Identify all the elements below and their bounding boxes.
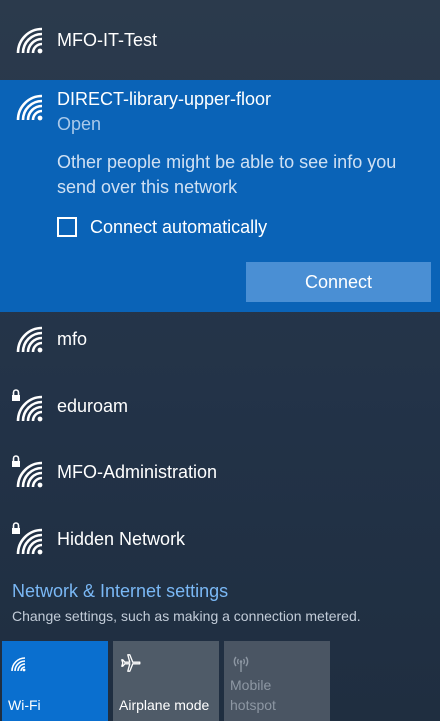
wifi-toggle-tile[interactable]: Wi-Fi [2, 641, 108, 721]
connect-button[interactable]: Connect [246, 262, 431, 302]
settings-description: Change settings, such as making a connec… [12, 608, 361, 624]
connect-automatically-checkbox[interactable] [57, 217, 77, 237]
network-name: mfo [57, 328, 88, 349]
wifi-secured-icon [12, 389, 43, 422]
wifi-icon [11, 657, 26, 672]
wifi-secured-icon [12, 455, 43, 488]
mobile-hotspot-tile[interactable]: Mobile hotspot [224, 641, 330, 721]
network-name: Hidden Network [57, 528, 186, 549]
selected-network-panel[interactable]: DIRECT-library-upper-floor Open Other pe… [0, 80, 440, 312]
mobile-hotspot-tile-label: Mobile hotspot [230, 677, 276, 713]
network-item-eduroam[interactable]: eduroam [0, 373, 440, 439]
selected-network-name: DIRECT-library-upper-floor [57, 89, 272, 109]
network-flyout: MFO-IT-Test DIRECT-library-upper-floor O… [0, 0, 440, 721]
network-name: eduroam [57, 395, 129, 416]
hotspot-icon [233, 656, 249, 672]
network-name: MFO-Administration [57, 461, 218, 482]
network-item-mfo[interactable]: mfo [0, 306, 440, 372]
wifi-signal-icon [16, 94, 43, 121]
network-name: MFO-IT-Test [57, 29, 157, 50]
wifi-secured-icon [12, 522, 43, 555]
security-warning: Other people might be able to see info y… [57, 152, 397, 197]
airplane-icon [121, 654, 141, 672]
network-internet-settings-link[interactable]: Network & Internet settings [12, 581, 228, 602]
airplane-mode-tile[interactable]: Airplane mode [113, 641, 219, 721]
connect-automatically-row[interactable]: Connect automatically [57, 215, 267, 239]
network-item-mfo-administration[interactable]: MFO-Administration [0, 439, 440, 505]
network-item-mfo-it-test[interactable]: MFO-IT-Test [0, 7, 440, 73]
wifi-signal-icon [16, 27, 43, 54]
wifi-tile-label: Wi-Fi [8, 697, 41, 713]
connect-automatically-label[interactable]: Connect automatically [90, 217, 267, 238]
network-item-hidden-network[interactable]: Hidden Network [0, 506, 440, 572]
selected-network-status: Open [57, 114, 102, 134]
airplane-mode-tile-label: Airplane mode [119, 697, 210, 713]
wifi-signal-icon [16, 326, 43, 353]
